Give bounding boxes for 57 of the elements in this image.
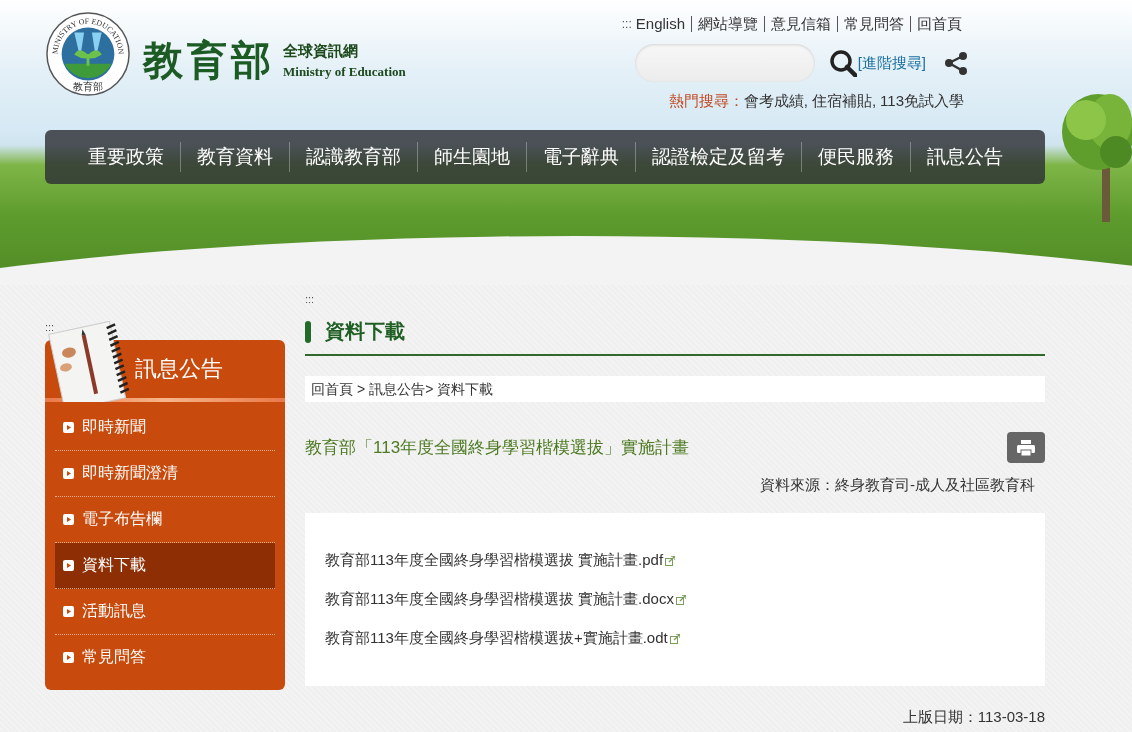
share-icon xyxy=(944,50,968,76)
nav-menu-item[interactable]: 教育資料 xyxy=(180,142,289,172)
accesskey-marker: ::: xyxy=(305,294,316,304)
hot-search-link[interactable]: 113免試入學 xyxy=(880,92,964,111)
page-heading: 資料下載 xyxy=(325,319,405,344)
nav-menu-item[interactable]: 便民服務 xyxy=(801,142,910,172)
print-button[interactable] xyxy=(1007,432,1045,463)
top-link[interactable]: 常見問答 xyxy=(837,16,910,32)
nav-menu-item[interactable]: 重要政策 xyxy=(72,142,180,172)
sidebar-menu-item[interactable]: 常見問答 xyxy=(55,635,275,680)
hot-search-label: 熱門搜尋： xyxy=(668,92,744,111)
source-text: 資料來源：終身教育司-成人及社區教育科 xyxy=(759,476,1036,495)
top-link[interactable]: English xyxy=(631,16,691,32)
bullet-icon xyxy=(63,606,74,617)
nav-menu-item[interactable]: 訊息公告 xyxy=(910,142,1019,172)
sidebar-title: 訊息公告 xyxy=(135,355,223,383)
file-download-link[interactable]: 教育部113年度全國終身學習楷模選拔 實施計畫.pdf xyxy=(325,541,1025,580)
printer-icon xyxy=(1017,439,1035,456)
nav-menu-item[interactable]: 認證檢定及留考 xyxy=(635,142,801,172)
external-link-icon xyxy=(675,594,686,605)
accesskey-marker: ::: xyxy=(621,17,632,31)
sidebar-menu-item[interactable]: 活動訊息 xyxy=(55,589,275,635)
top-link[interactable]: 意見信箱 xyxy=(764,16,837,32)
heading-bar xyxy=(305,320,311,343)
site-logo-title: 教育部 xyxy=(143,35,275,85)
bullet-icon xyxy=(63,560,74,571)
breadcrumb-link[interactable]: 訊息公告 xyxy=(369,376,426,402)
breadcrumb-link[interactable]: 回首頁 xyxy=(311,376,353,402)
bullet-icon xyxy=(63,514,74,525)
hot-search-link[interactable]: 會考成績, xyxy=(743,92,808,111)
bullet-icon xyxy=(63,422,74,433)
nav-menu-item[interactable]: 認識教育部 xyxy=(289,142,417,172)
nav-menu-item[interactable]: 電子辭典 xyxy=(526,142,635,172)
search-field[interactable] xyxy=(634,44,815,82)
external-link-icon xyxy=(665,555,676,566)
article-title: 教育部「113年度全國終身學習楷模選拔」實施計畫 xyxy=(305,437,690,459)
sidebar-menu-item[interactable]: 即時新聞 xyxy=(55,405,275,451)
file-download-link[interactable]: 教育部113年度全國終身學習楷模選拔 實施計畫.docx xyxy=(325,580,1025,619)
breadcrumb-separator: > xyxy=(357,380,366,399)
top-link[interactable]: 回首頁 xyxy=(910,16,968,32)
advanced-search-link[interactable]: [進階搜尋] xyxy=(857,53,926,73)
top-link[interactable]: 網站導覽 xyxy=(691,16,764,32)
accesskey-marker: ::: xyxy=(45,322,56,332)
search-icon xyxy=(828,49,857,77)
site-english-name: Ministry of Education xyxy=(283,63,406,80)
bullet-icon xyxy=(63,468,74,479)
nav-menu-item[interactable]: 師生園地 xyxy=(417,142,526,172)
sidebar-menu-item[interactable]: 資料下載 xyxy=(55,543,275,589)
sidebar-menu-item[interactable]: 即時新聞澄清 xyxy=(55,451,275,497)
site-subtitle: 全球資訊網 xyxy=(283,41,359,61)
breadcrumb-link[interactable]: 資料下載 xyxy=(437,376,494,402)
file-download-link[interactable]: 教育部113年度全國終身學習楷模選拔+實施計畫.odt xyxy=(325,619,1025,658)
external-link-icon xyxy=(669,633,680,644)
breadcrumb-separator: > xyxy=(425,380,434,399)
hot-search-link[interactable]: 住宿補貼, xyxy=(811,92,877,111)
update-date: 上版日期：113-03-18 xyxy=(901,708,1045,727)
bullet-icon xyxy=(63,652,74,663)
